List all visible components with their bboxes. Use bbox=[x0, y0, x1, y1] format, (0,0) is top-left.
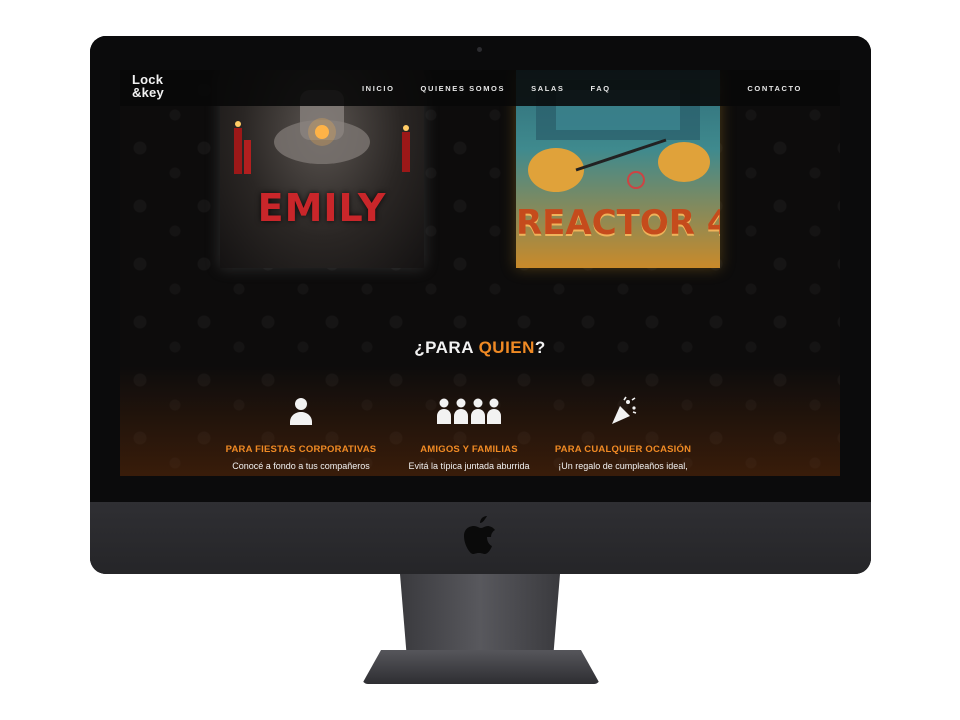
group-icon bbox=[437, 398, 501, 424]
nav-link-faq[interactable]: FAQ bbox=[591, 84, 611, 93]
nav-links: INICIO QUIENES SOMOS SALAS FAQ bbox=[362, 70, 611, 106]
logo-line-2: &key bbox=[132, 85, 164, 100]
nav-link-contacto[interactable]: CONTACTO bbox=[747, 70, 802, 106]
room-title-emily: EMILY bbox=[257, 186, 387, 230]
feature-text: Conocé a fondo a tus compañeros bbox=[232, 461, 370, 471]
nav-link-salas[interactable]: SALAS bbox=[531, 84, 564, 93]
navbar: Lock &key INICIO QUIENES SOMOS SALAS FAQ… bbox=[120, 70, 840, 106]
nav-link-inicio[interactable]: INICIO bbox=[362, 84, 395, 93]
feature-title: PARA FIESTAS CORPORATIVAS bbox=[225, 444, 377, 455]
section-title: ¿PARA QUIEN? bbox=[120, 338, 840, 358]
section-title-suffix: ? bbox=[534, 338, 546, 357]
feature-title: PARA CUALQUIER OCASIÓN bbox=[554, 444, 692, 455]
section-title-prefix: ¿PARA bbox=[414, 338, 479, 357]
nav-link-quienes-somos[interactable]: QUIENES SOMOS bbox=[421, 84, 506, 93]
feature-corporate: PARA FIESTAS CORPORATIVAS Conocé a fondo… bbox=[206, 396, 396, 471]
room-title-reactor-4: REACTOR 4 bbox=[516, 203, 720, 243]
apple-logo-icon bbox=[464, 516, 495, 554]
website-screen: EMILY REACTOR 4 Lock &key INICIO QUIENES… bbox=[120, 70, 840, 476]
feature-any-occasion: PARA CUALQUIER OCASIÓN ¡Un regalo de cum… bbox=[528, 396, 718, 471]
brand-logo[interactable]: Lock &key bbox=[132, 73, 164, 99]
camera-icon bbox=[477, 47, 482, 52]
feature-text: ¡Un regalo de cumpleaños ideal, bbox=[558, 461, 688, 471]
party-popper-icon bbox=[612, 396, 637, 424]
person-icon bbox=[290, 398, 312, 425]
imac-stand-neck bbox=[400, 574, 560, 652]
imac-stand-foot bbox=[362, 650, 600, 684]
section-title-accent: QUIEN bbox=[478, 338, 535, 357]
